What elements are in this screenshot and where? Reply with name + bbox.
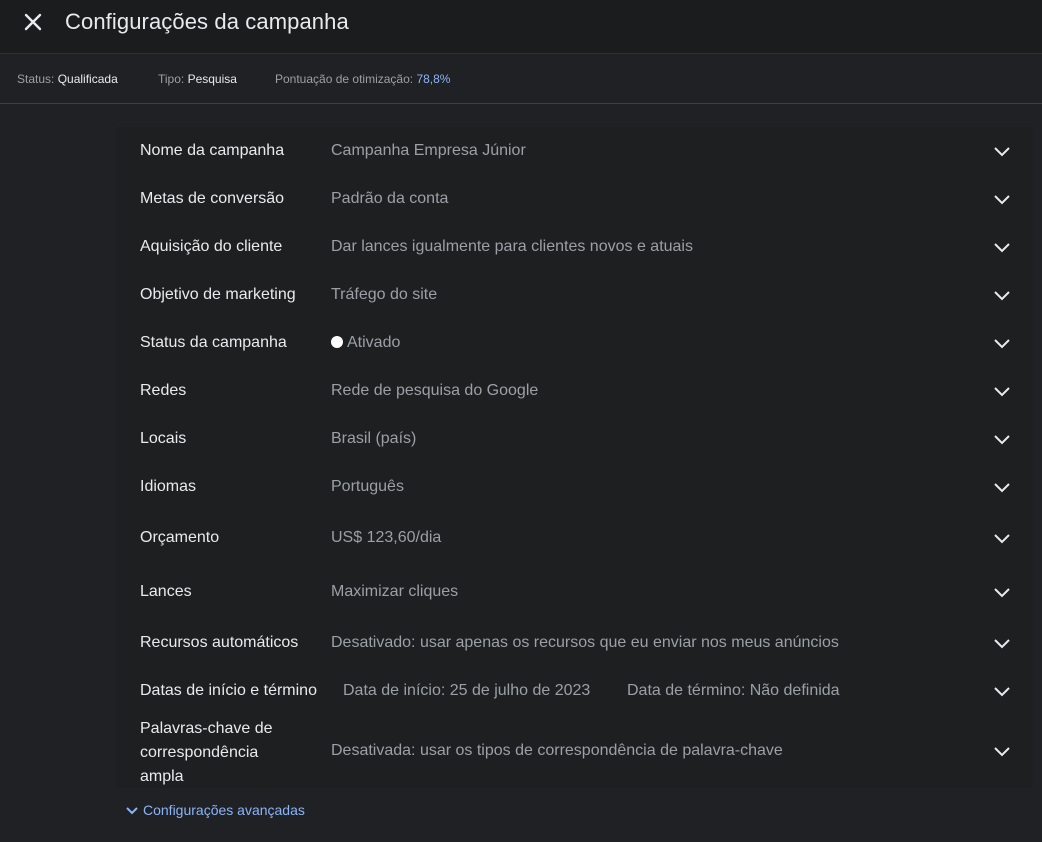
chevron-down-icon[interactable] <box>992 285 1012 305</box>
setting-value: Dar lances igualmente para clientes novo… <box>331 238 693 255</box>
close-button[interactable] <box>21 10 45 34</box>
optimization-score-label: Pontuação de otimização: <box>275 72 414 86</box>
optimization-score-info: Pontuação de otimização: 78,8% <box>275 72 450 86</box>
chevron-down-icon[interactable] <box>992 633 1012 653</box>
setting-label: Orçamento <box>140 529 220 546</box>
setting-row-conversion-goals[interactable]: Metas de conversão Padrão da conta <box>116 175 1033 223</box>
chevron-down-icon[interactable] <box>992 141 1012 161</box>
setting-label: Metas de conversão <box>140 190 285 207</box>
setting-value: Português <box>331 478 404 495</box>
optimization-score-value[interactable]: 78,8% <box>416 72 450 86</box>
campaign-status-value: Ativado <box>331 334 400 352</box>
setting-row-networks[interactable]: Redes Rede de pesquisa do Google <box>116 367 1033 415</box>
setting-value: Ativado <box>347 334 401 351</box>
setting-label: Recursos automáticos <box>140 634 299 651</box>
dialog-header: Configurações da campanha <box>0 0 1042 54</box>
setting-row-campaign-status[interactable]: Status da campanha Ativado <box>116 319 1033 367</box>
setting-value: Brasil (país) <box>331 430 417 447</box>
setting-row-automated-assets[interactable]: Recursos automáticos Desativado: usar ap… <box>116 619 1033 667</box>
chevron-down-icon[interactable] <box>992 381 1012 401</box>
setting-label: Palavras-chave de correspondência ampla <box>140 717 273 789</box>
advanced-settings-label: Configurações avançadas <box>143 802 305 818</box>
chevron-down-icon[interactable] <box>992 681 1012 701</box>
setting-label: Nome da campanha <box>140 142 285 159</box>
setting-row-marketing-objective[interactable]: Objetivo de marketing Tráfego do site <box>116 271 1033 319</box>
type-label: Tipo: <box>158 72 185 86</box>
campaign-status-bar: Status: Qualificada Tipo: Pesquisa Pontu… <box>0 54 1042 104</box>
page-title: Configurações da campanha <box>65 9 349 34</box>
setting-label: Status da campanha <box>140 334 287 351</box>
setting-label: Aquisição do cliente <box>140 238 283 255</box>
setting-label: Locais <box>140 430 187 447</box>
setting-label: Idiomas <box>140 478 197 495</box>
type-info: Tipo: Pesquisa <box>158 72 237 86</box>
setting-row-broad-match-keywords[interactable]: Palavras-chave de correspondência ampla … <box>116 715 1033 788</box>
chevron-down-icon <box>126 807 138 815</box>
setting-row-customer-acquisition[interactable]: Aquisição do cliente Dar lances igualmen… <box>116 223 1033 271</box>
setting-value: Padrão da conta <box>331 190 449 207</box>
advanced-settings-link[interactable]: Configurações avançadas <box>125 802 305 818</box>
chevron-down-icon[interactable] <box>992 528 1012 548</box>
setting-label: Datas de início e término <box>140 682 317 699</box>
chevron-down-icon[interactable] <box>992 582 1012 602</box>
setting-label-line: Palavras-chave de <box>140 720 273 737</box>
status-dot-icon <box>331 336 343 348</box>
setting-value: Maximizar cliques <box>331 583 459 600</box>
setting-row-campaign-name[interactable]: Nome da campanha Campanha Empresa Júnior <box>116 127 1033 175</box>
setting-value: Rede de pesquisa do Google <box>331 382 539 399</box>
setting-row-locations[interactable]: Locais Brasil (país) <box>116 415 1033 463</box>
setting-value: Campanha Empresa Júnior <box>331 142 526 159</box>
status-value: Qualificada <box>57 72 118 86</box>
status-label: Status: <box>17 72 55 86</box>
setting-value: US$ 123,60/dia <box>331 529 442 546</box>
setting-row-languages[interactable]: Idiomas Português <box>116 463 1033 511</box>
chevron-down-icon[interactable] <box>992 429 1012 449</box>
setting-label: Objetivo de marketing <box>140 286 296 303</box>
setting-row-budget[interactable]: Orçamento US$ 123,60/dia <box>116 511 1033 565</box>
chevron-down-icon[interactable] <box>992 741 1012 761</box>
chevron-down-icon[interactable] <box>992 477 1012 497</box>
setting-row-bidding[interactable]: Lances Maximizar cliques <box>116 565 1033 619</box>
settings-panel: Nome da campanha Campanha Empresa Júnior… <box>116 127 1033 788</box>
setting-label-line: correspondência <box>140 744 259 761</box>
setting-label-line: ampla <box>140 768 184 785</box>
setting-label: Lances <box>140 583 192 600</box>
end-date-value: Data de término: Não definida <box>627 682 840 699</box>
setting-value: Desativada: usar os tipos de correspondê… <box>331 742 783 759</box>
close-icon <box>24 13 42 31</box>
setting-value: Desativado: usar apenas os recursos que … <box>331 634 839 651</box>
chevron-down-icon[interactable] <box>992 237 1012 257</box>
chevron-down-icon[interactable] <box>992 189 1012 209</box>
chevron-down-icon[interactable] <box>992 333 1012 353</box>
setting-row-start-end-dates[interactable]: Datas de início e término Data de início… <box>116 667 1033 715</box>
type-value: Pesquisa <box>187 72 237 86</box>
setting-value: Tráfego do site <box>331 286 438 303</box>
start-date-value: Data de início: 25 de julho de 2023 <box>343 682 591 699</box>
setting-label: Redes <box>140 382 187 399</box>
status-info: Status: Qualificada <box>17 72 118 86</box>
